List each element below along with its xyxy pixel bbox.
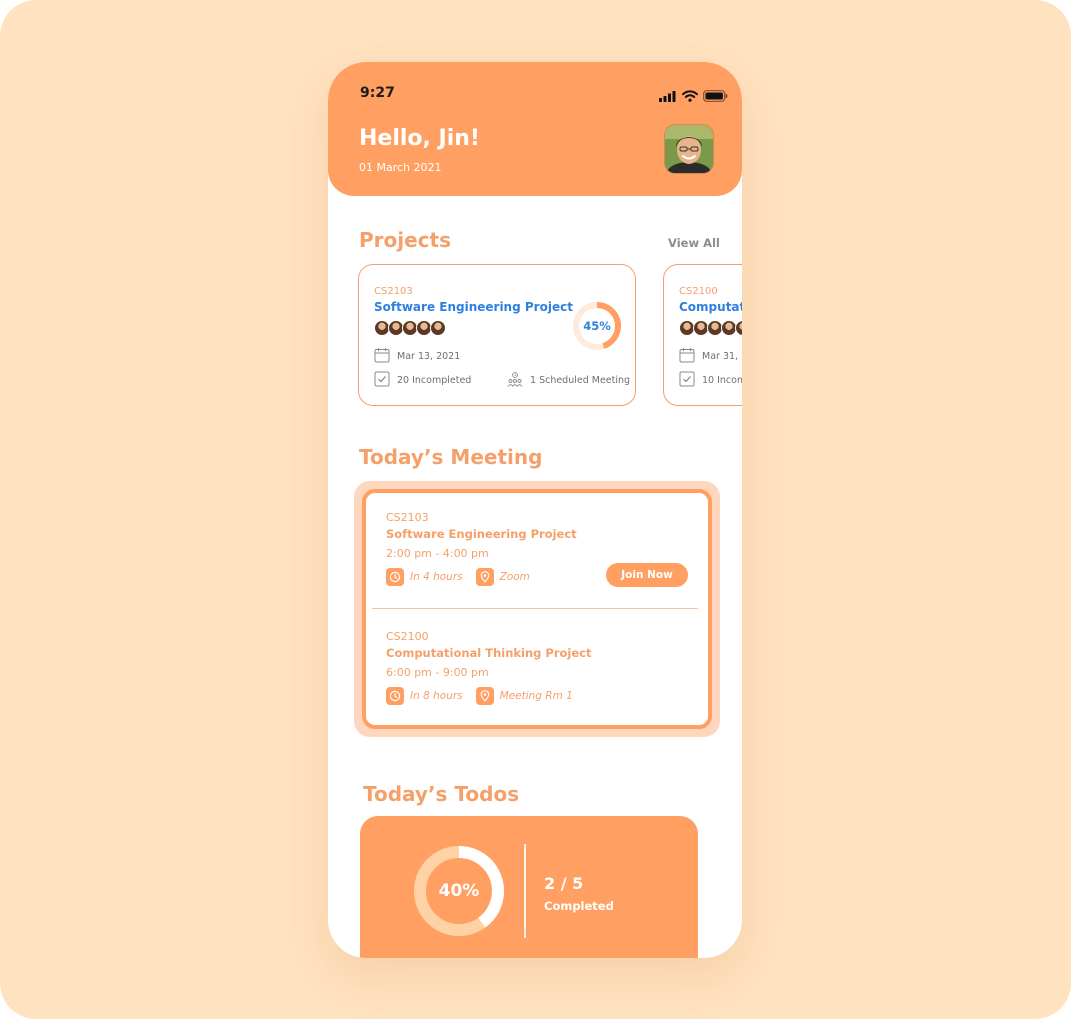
clock-icon xyxy=(386,687,404,705)
member-avatar xyxy=(735,320,742,336)
view-all-projects-link[interactable]: View All xyxy=(668,236,720,250)
project-incomplete-count: 20 Incompleted xyxy=(397,375,472,386)
project-due-date: Mar 13, 2021 xyxy=(397,351,461,362)
meeting-people-icon xyxy=(507,371,523,390)
meeting-time: 6:00 pm - 9:00 pm xyxy=(386,666,489,679)
battery-icon xyxy=(703,87,728,106)
project-due-row: Mar 13, 2021 xyxy=(374,347,460,366)
project-incomplete-row: 10 Incompleted xyxy=(679,371,742,390)
meeting-item-cs2100: CS2100 Computational Thinking Project 6:… xyxy=(386,630,591,705)
user-avatar[interactable] xyxy=(665,125,713,173)
project-meeting-count: 1 Scheduled Meeting xyxy=(530,375,631,386)
meeting-name: Computational Thinking Project xyxy=(386,646,592,660)
project-progress-label: 45% xyxy=(583,319,611,333)
meeting-eta: In 8 hours xyxy=(410,690,463,702)
project-code: CS2100 xyxy=(679,286,718,297)
greeting-title: Hello, Jin! xyxy=(359,126,480,151)
meeting-location: Zoom xyxy=(499,571,530,583)
current-date: 01 March 2021 xyxy=(359,161,442,174)
meetings-list: CS2103 Software Engineering Project 2:00… xyxy=(362,489,712,729)
todos-label: Completed xyxy=(544,899,614,913)
project-incomplete-row: 20 Incompleted xyxy=(374,371,471,390)
projects-section-title: Projects xyxy=(359,228,452,252)
status-time: 9:27 xyxy=(360,85,395,101)
meeting-divider xyxy=(372,608,698,609)
project-code: CS2103 xyxy=(374,286,413,297)
todos-summary-card[interactable]: 40% 2 / 5 Completed xyxy=(360,816,698,958)
checkbox-icon xyxy=(679,371,695,390)
meeting-meta: In 8 hours Meeting Rm 1 xyxy=(386,687,591,705)
meetings-panel: CS2103 Software Engineering Project 2:00… xyxy=(354,481,720,737)
clock-icon xyxy=(386,568,404,586)
project-incomplete-count: 10 Incompleted xyxy=(702,375,742,386)
background-canvas: 9:27 Hello, Jin! 01 March 2021 Projects … xyxy=(0,0,1071,1019)
meeting-code: CS2103 xyxy=(386,511,429,524)
join-now-button[interactable]: Join Now xyxy=(606,563,688,587)
meeting-item-cs2103: CS2103 Software Engineering Project 2:00… xyxy=(386,511,577,586)
member-avatar xyxy=(430,320,446,336)
meeting-location: Meeting Rm 1 xyxy=(499,690,573,702)
project-card-cs2103[interactable]: CS2103 Software Engineering Project Mar … xyxy=(358,264,636,406)
meeting-meta: In 4 hours Zoom xyxy=(386,568,577,586)
project-name: Software Engineering Project xyxy=(374,300,573,314)
location-pin-icon xyxy=(475,687,494,705)
project-meeting-row: 1 Scheduled Meeting xyxy=(507,371,630,390)
location-pin-icon xyxy=(475,568,494,586)
todos-section-title: Today’s Todos xyxy=(363,782,520,806)
wifi-icon xyxy=(682,87,698,106)
calendar-icon xyxy=(679,347,695,366)
todos-divider xyxy=(524,844,526,938)
project-due-date: Mar 31, 2021 xyxy=(702,351,742,362)
app-header: 9:27 Hello, Jin! 01 March 2021 xyxy=(328,62,742,196)
status-icons xyxy=(659,87,728,106)
member-avatars xyxy=(679,320,742,336)
calendar-icon xyxy=(374,347,390,366)
project-card-cs2100[interactable]: CS2100 Computational Thinking Project Ma… xyxy=(663,264,742,406)
phone-frame: 9:27 Hello, Jin! 01 March 2021 Projects … xyxy=(328,62,742,958)
meeting-code: CS2100 xyxy=(386,630,429,643)
checkbox-icon xyxy=(374,371,390,390)
member-avatars xyxy=(374,320,446,336)
meeting-time: 2:00 pm - 4:00 pm xyxy=(386,547,489,560)
meeting-name: Software Engineering Project xyxy=(386,527,577,541)
project-due-row: Mar 31, 2021 xyxy=(679,347,742,366)
signal-icon xyxy=(659,87,677,106)
todos-count: 2 / 5 xyxy=(544,874,584,893)
todos-percent: 40% xyxy=(438,881,480,901)
meeting-eta: In 4 hours xyxy=(410,571,463,583)
meetings-section-title: Today’s Meeting xyxy=(359,445,543,469)
project-name: Computational Thinking Project xyxy=(679,300,742,314)
